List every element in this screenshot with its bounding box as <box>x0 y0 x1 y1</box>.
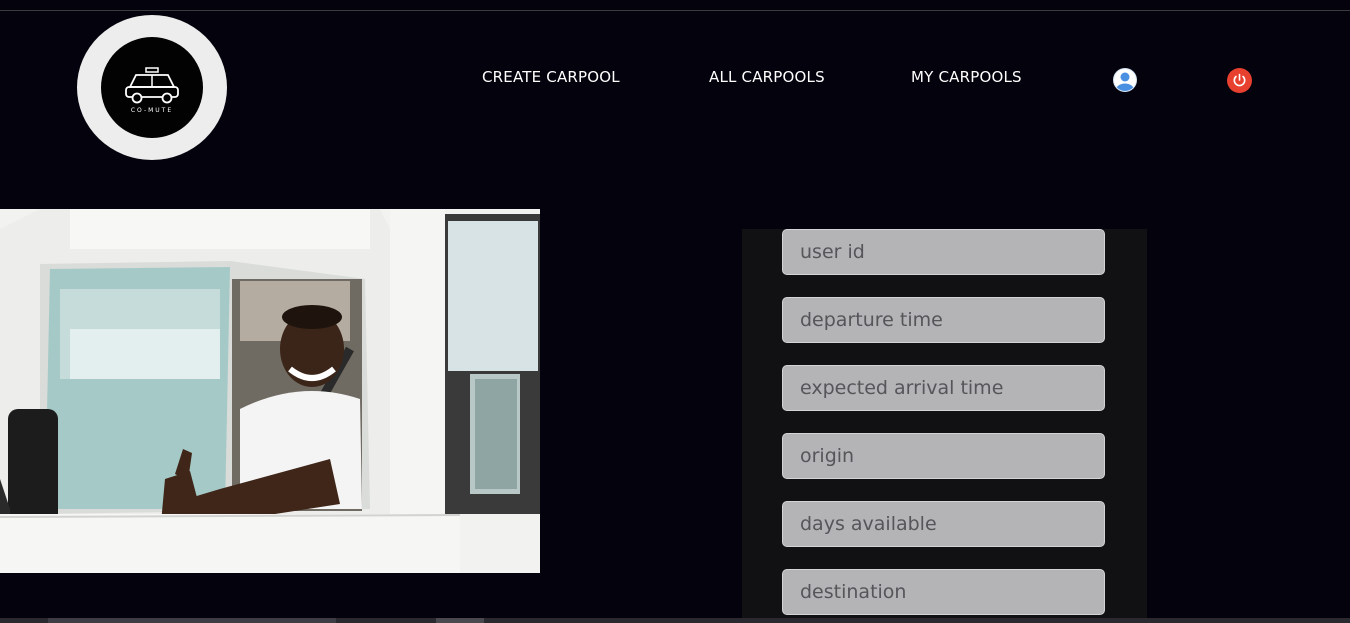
user-icon[interactable] <box>1113 68 1137 92</box>
scrollbar-thumb[interactable] <box>48 618 336 623</box>
logo-disc: CO-MUTE <box>101 37 203 138</box>
power-icon[interactable] <box>1227 68 1252 93</box>
driver-photo <box>0 209 540 573</box>
user-id-input[interactable] <box>782 229 1105 275</box>
expected-arrival-time-input[interactable] <box>782 365 1105 411</box>
nav-my-carpools[interactable]: MY CARPOOLS <box>911 68 1022 86</box>
nav-all-carpools[interactable]: ALL CARPOOLS <box>709 68 825 86</box>
horizontal-scrollbar[interactable] <box>0 618 1350 623</box>
create-carpool-form <box>742 229 1147 623</box>
driver-van-image <box>0 209 540 573</box>
top-divider <box>0 10 1350 11</box>
scrollbar-segment <box>436 618 484 623</box>
taxi-car-icon <box>125 67 179 104</box>
origin-input[interactable] <box>782 433 1105 479</box>
destination-input[interactable] <box>782 569 1105 615</box>
logo-text: CO-MUTE <box>130 107 174 114</box>
days-available-input[interactable] <box>782 501 1105 547</box>
logo[interactable]: CO-MUTE <box>77 15 227 160</box>
nav-create-carpool[interactable]: CREATE CARPOOL <box>482 68 620 86</box>
departure-time-input[interactable] <box>782 297 1105 343</box>
